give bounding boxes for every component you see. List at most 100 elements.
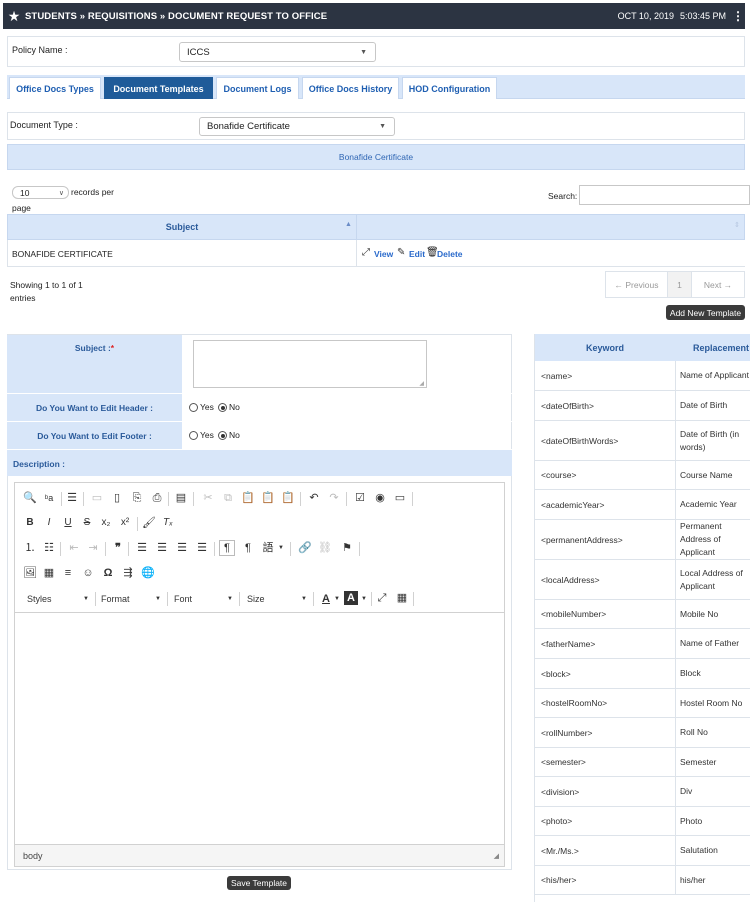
- chevron-down-icon[interactable]: ▼: [357, 592, 371, 606]
- radio-icon[interactable]: [189, 431, 198, 441]
- chevron-down-icon[interactable]: ▼: [274, 541, 288, 555]
- tab-office-docs-types[interactable]: Office Docs Types: [9, 77, 101, 99]
- background-color-icon[interactable]: A: [344, 591, 358, 605]
- size-dropdown[interactable]: Size ▼: [247, 591, 307, 607]
- text-direction-ltr-icon[interactable]: ¶: [219, 540, 235, 556]
- resize-handle-icon[interactable]: ◢: [494, 852, 499, 860]
- paste-icon[interactable]: 📋: [241, 491, 255, 505]
- document-type-select[interactable]: Bonafide Certificate ▼: [199, 117, 395, 136]
- horizontal-line-icon[interactable]: ≡: [61, 566, 75, 580]
- view-link[interactable]: View: [374, 249, 393, 259]
- page-break-icon[interactable]: ⇶: [121, 566, 135, 580]
- edit-footer-yes[interactable]: Yes: [189, 430, 214, 441]
- edit-link[interactable]: Edit: [409, 249, 425, 259]
- bulleted-list-icon[interactable]: ☷: [42, 541, 56, 555]
- search-input[interactable]: [579, 185, 750, 205]
- unlink-icon[interactable]: ⛓: [318, 541, 332, 555]
- radio-selected-icon[interactable]: [218, 403, 227, 413]
- special-char-icon[interactable]: Ω: [101, 566, 115, 580]
- element-path[interactable]: body: [23, 851, 43, 861]
- anchor-flag-icon[interactable]: ⚑: [340, 541, 354, 555]
- paste-word-icon[interactable]: 📋: [281, 491, 295, 505]
- superscript-icon[interactable]: x²: [118, 516, 132, 530]
- iframe-globe-icon[interactable]: 🌐: [141, 566, 155, 580]
- find-icon[interactable]: 🔍: [23, 491, 37, 505]
- redo-icon[interactable]: ↷: [327, 491, 341, 505]
- remove-format-icon[interactable]: Tₓ: [161, 516, 175, 530]
- scayt-icon[interactable]: ☰: [65, 491, 79, 505]
- maximize-icon[interactable]: ⤢: [375, 591, 389, 605]
- strikethrough-icon[interactable]: S: [80, 516, 94, 530]
- rich-text-editor: 🔍 ᵇa ☰ ▭ ▯ ⎘ ⎙ ▤ ✂ ⧉ 📋 📋 📋 ↶ ↷ ☑ ◉ ▭ B I…: [14, 482, 505, 867]
- preview-icon[interactable]: ⎘: [130, 491, 144, 505]
- text-field-icon[interactable]: ▭: [393, 491, 407, 505]
- styles-dropdown[interactable]: Styles ▼: [27, 591, 89, 607]
- outdent-icon[interactable]: ⇤: [67, 541, 81, 555]
- radio-selected-icon[interactable]: [218, 431, 227, 441]
- save-template-button[interactable]: Save Template: [227, 876, 291, 890]
- format-dropdown[interactable]: Format ▼: [101, 591, 161, 607]
- search-label: Search:: [548, 191, 578, 201]
- sort-both-icon[interactable]: ⇕: [734, 221, 740, 229]
- show-blocks-icon[interactable]: ▦: [395, 591, 409, 605]
- subject-textarea[interactable]: ◢: [193, 340, 427, 388]
- link-icon[interactable]: 🔗: [298, 541, 312, 555]
- save-icon[interactable]: ▭: [90, 491, 104, 505]
- star-icon[interactable]: ★: [3, 8, 25, 25]
- edit-footer-label: Do You Want to Edit Footer :: [37, 430, 152, 441]
- subscript-icon[interactable]: x₂: [99, 516, 113, 530]
- resize-handle-icon[interactable]: ◢: [419, 380, 424, 387]
- tab-document-templates[interactable]: Document Templates: [104, 77, 213, 99]
- keyword-row: <dateOfBirth> Date of Birth: [535, 391, 750, 421]
- justify-icon[interactable]: ☰: [195, 541, 209, 555]
- page-1-button[interactable]: 1: [668, 272, 692, 297]
- page-size-select[interactable]: 10 ∨: [12, 186, 69, 199]
- blockquote-icon[interactable]: ❞: [111, 541, 125, 555]
- copy-format-icon[interactable]: 🖌: [142, 516, 156, 530]
- tab-hod-configuration[interactable]: HOD Configuration: [402, 77, 497, 99]
- align-left-icon[interactable]: ☰: [135, 541, 149, 555]
- policy-select[interactable]: ICCS ▼: [179, 42, 376, 62]
- text-direction-rtl-icon[interactable]: ¶: [241, 541, 255, 555]
- numbered-list-icon[interactable]: ⒈: [23, 541, 37, 555]
- editor-content-area[interactable]: [15, 613, 504, 844]
- radio-button-icon[interactable]: ◉: [373, 491, 387, 505]
- tab-office-docs-history[interactable]: Office Docs History: [302, 77, 399, 99]
- replacement-cell: Semester: [675, 748, 750, 776]
- cut-icon[interactable]: ✂: [201, 491, 215, 505]
- italic-icon[interactable]: I: [42, 516, 56, 530]
- edit-header-no[interactable]: No: [218, 402, 240, 413]
- underline-icon[interactable]: U: [61, 516, 75, 530]
- previous-button[interactable]: ← Previous: [606, 272, 668, 297]
- sort-asc-icon[interactable]: ▲: [345, 221, 352, 228]
- edit-header-yes[interactable]: Yes: [189, 402, 214, 413]
- undo-icon[interactable]: ↶: [307, 491, 321, 505]
- chevron-down-icon[interactable]: ▼: [330, 592, 344, 606]
- language-icon[interactable]: 語: [261, 541, 275, 555]
- keyword-cell: <his/her>: [541, 875, 577, 885]
- checkbox-icon[interactable]: ☑: [353, 491, 367, 505]
- paste-text-icon[interactable]: 📋: [261, 491, 275, 505]
- radio-icon[interactable]: [189, 403, 198, 413]
- add-new-template-button[interactable]: Add New Template: [666, 305, 745, 320]
- tab-document-logs[interactable]: Document Logs: [216, 77, 299, 99]
- copy-icon[interactable]: ⧉: [221, 491, 235, 505]
- bold-icon[interactable]: B: [23, 516, 37, 530]
- image-icon[interactable]: 🖼: [23, 566, 37, 580]
- indent-icon[interactable]: ⇥: [86, 541, 100, 555]
- smiley-icon[interactable]: ☺: [81, 566, 95, 580]
- align-right-icon[interactable]: ☰: [175, 541, 189, 555]
- subject-row: Subject : * ◢: [7, 335, 512, 394]
- templates-icon[interactable]: ▤: [174, 491, 188, 505]
- more-menu-icon[interactable]: ⋮: [732, 9, 744, 23]
- delete-link[interactable]: Delete: [437, 249, 463, 259]
- table-icon[interactable]: ▦: [42, 566, 56, 580]
- new-page-icon[interactable]: ▯: [110, 491, 124, 505]
- align-center-icon[interactable]: ☰: [155, 541, 169, 555]
- next-button[interactable]: Next →: [692, 272, 744, 297]
- replace-icon[interactable]: ᵇa: [42, 491, 56, 505]
- edit-footer-no[interactable]: No: [218, 430, 240, 441]
- column-header-subject[interactable]: Subject: [8, 215, 356, 239]
- print-icon[interactable]: ⎙: [150, 491, 164, 505]
- font-dropdown[interactable]: Font ▼: [174, 591, 233, 607]
